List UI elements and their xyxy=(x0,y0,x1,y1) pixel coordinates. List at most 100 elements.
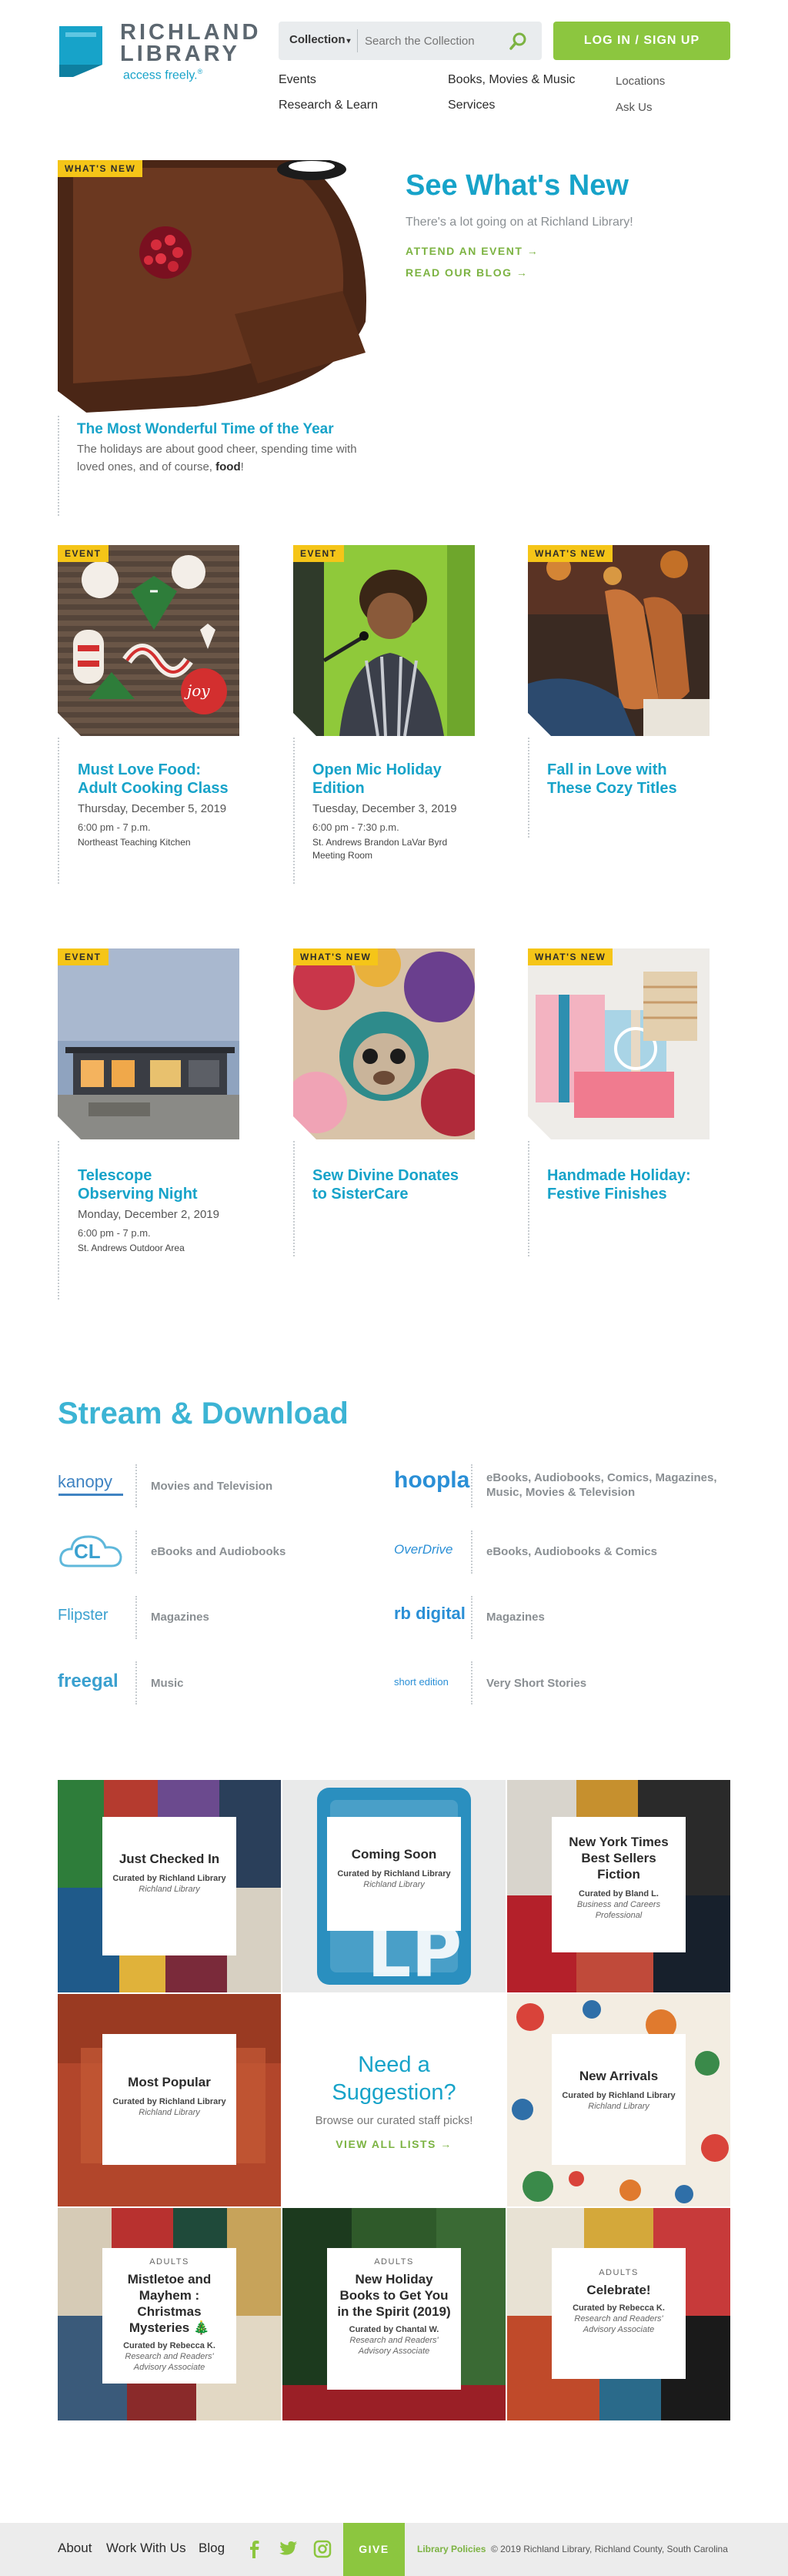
list-tile-celebrate[interactable]: ADULTS Celebrate! Curated by Rebecca K. … xyxy=(507,2208,730,2420)
card-tag: WHAT'S NEW xyxy=(528,948,613,965)
need-suggestion-heading: Need a Suggestion? xyxy=(332,2052,456,2105)
read-blog-link[interactable]: READ OUR BLOG → xyxy=(406,266,528,279)
footer-blog-link[interactable]: Blog xyxy=(199,2541,225,2556)
instagram-icon[interactable] xyxy=(313,2540,332,2558)
overdrive-logo[interactable]: OverDrive xyxy=(394,1542,453,1557)
card-body[interactable]: Must Love Food: Adult Cooking Class Thur… xyxy=(78,761,232,849)
give-button[interactable]: GIVE xyxy=(343,2523,405,2576)
short-edition-logo[interactable]: short edition xyxy=(394,1676,449,1688)
card-divider xyxy=(528,1141,529,1256)
service-divider xyxy=(135,1531,137,1574)
hero-feature-title[interactable]: The Most Wonderful Time of the Year xyxy=(77,420,377,439)
list-tile-org: Research and Readers' Advisory Associate xyxy=(125,2352,214,2372)
list-tile-mistletoe-mayhem[interactable]: ADULTS Mistletoe and Mayhem : Christmas … xyxy=(58,2208,281,2420)
list-tile-new-holiday-books[interactable]: ADULTS New Holiday Books to Get You in t… xyxy=(282,2208,506,2420)
nav-ask-us[interactable]: Ask Us xyxy=(616,101,653,114)
library-logo-icon[interactable] xyxy=(58,22,109,79)
card-divider xyxy=(528,738,529,838)
list-tile-title: Just Checked In xyxy=(119,1852,220,1866)
service-divider xyxy=(135,1661,137,1705)
service-divider xyxy=(471,1661,472,1705)
list-tile-new-arrivals[interactable]: New Arrivals Curated by Richland Library… xyxy=(507,1994,730,2206)
library-policies-link[interactable]: Library Policies xyxy=(417,2544,486,2554)
list-tile-title: New Holiday Books to Get You in the Spir… xyxy=(337,2272,451,2319)
card-body[interactable]: Fall in Love with These Cozy Titles xyxy=(547,761,701,798)
service-divider xyxy=(471,1464,472,1507)
card-body[interactable]: Sew Divine Donates to SisterCare xyxy=(312,1166,466,1203)
freegal-logo[interactable]: freegal xyxy=(58,1671,119,1692)
nav-events[interactable]: Events xyxy=(279,73,316,87)
view-all-lists-link[interactable]: VIEW ALL LISTS → xyxy=(336,2138,452,2150)
chevron-down-icon: ▾ xyxy=(346,37,351,45)
card-tag: EVENT xyxy=(293,545,344,562)
card-title[interactable]: Open Mic Holiday Edition xyxy=(312,761,466,798)
service-divider xyxy=(471,1531,472,1574)
list-tile-card: New York Times Best Sellers Fiction Cura… xyxy=(552,1817,686,1952)
list-tile-curator: Curated by Richland Library xyxy=(112,1874,226,1883)
card-image-gift-boxes[interactable] xyxy=(528,948,710,1139)
search-input[interactable] xyxy=(365,30,503,52)
hero-feature-text: The holidays are about good cheer, spend… xyxy=(77,440,377,476)
hero-cake-image[interactable] xyxy=(58,160,389,414)
card-title[interactable]: Must Love Food: Adult Cooking Class xyxy=(78,761,232,798)
need-suggestion-sub: Browse our curated staff picks! xyxy=(315,2114,473,2127)
site-footer: About Work With Us Blog GIVE Library Pol… xyxy=(0,2523,788,2576)
login-signup-button[interactable]: LOG IN / SIGN UP xyxy=(553,22,730,60)
service-divider xyxy=(471,1596,472,1639)
list-tile-most-popular[interactable]: Most Popular Curated by Richland Library… xyxy=(58,1994,281,2206)
rbdigital-logo[interactable]: rb digital xyxy=(394,1604,466,1624)
card-tag: WHAT'S NEW xyxy=(528,545,613,562)
list-tile-org: Richland Library xyxy=(363,1880,425,1889)
logo-line1: RICHLAND xyxy=(120,20,262,45)
card-title[interactable]: Fall in Love with These Cozy Titles xyxy=(547,761,701,798)
search-scope-select[interactable]: Collection ▾ xyxy=(289,33,351,46)
footer-work-with-us-link[interactable]: Work With Us xyxy=(106,2541,186,2556)
list-tile-curator: Curated by Richland Library xyxy=(337,1869,451,1878)
hero-feature[interactable]: The Most Wonderful Time of the Year The … xyxy=(77,420,377,476)
list-tile-just-checked-in[interactable]: Just Checked In Curated by Richland Libr… xyxy=(58,1780,281,1992)
service-description: Movies and Television xyxy=(151,1480,273,1493)
logo-wordmark[interactable]: RICHLAND LIBRARY xyxy=(120,22,261,65)
list-tile-org: Business and Careers Professional xyxy=(576,1900,661,1920)
nav-locations[interactable]: Locations xyxy=(616,75,665,88)
see-whats-new-heading: See What's New xyxy=(406,169,629,202)
card-image-open-mic[interactable] xyxy=(293,545,475,736)
card-title[interactable]: Sew Divine Donates to SisterCare xyxy=(312,1166,466,1203)
hoopla-logo[interactable]: hoopla xyxy=(394,1467,469,1494)
card-image-stuffed-toys[interactable] xyxy=(293,948,475,1139)
card-tag: EVENT xyxy=(58,948,109,965)
nav-research-learn[interactable]: Research & Learn xyxy=(279,99,378,112)
card-title[interactable]: Telescope Observing Night xyxy=(78,1166,232,1203)
logo-tagline: access freely.® xyxy=(123,68,202,82)
card-image-cozy-socks[interactable] xyxy=(528,545,710,736)
card-image-telescope[interactable] xyxy=(58,948,239,1139)
list-tile-org: Richland Library xyxy=(588,2102,649,2111)
search-icon[interactable] xyxy=(508,31,529,52)
card-title[interactable]: Handmade Holiday: Festive Finishes xyxy=(547,1166,701,1203)
list-tile-kicker: ADULTS xyxy=(599,2268,639,2277)
list-tile-nyt-best-sellers[interactable]: New York Times Best Sellers Fiction Cura… xyxy=(507,1780,730,1992)
card-body[interactable]: Telescope Observing Night Monday, Decemb… xyxy=(78,1166,232,1255)
list-tile-card: Most Popular Curated by Richland Library… xyxy=(102,2034,236,2165)
facebook-icon[interactable] xyxy=(246,2540,263,2558)
card-image-cookies[interactable]: joy xyxy=(58,545,239,736)
list-tile-coming-soon[interactable]: LP Coming Soon Curated by Richland Libra… xyxy=(282,1780,506,1992)
attend-event-link[interactable]: ATTEND AN EVENT → xyxy=(406,245,539,257)
kanopy-logo[interactable]: kanopy xyxy=(58,1472,112,1492)
card-time: 6:00 pm - 7 p.m. xyxy=(78,1227,151,1239)
hero-feature-text-end: ! xyxy=(240,460,244,473)
need-suggestion-panel: Need a Suggestion? Browse our curated st… xyxy=(282,1994,506,2206)
card-body[interactable]: Open Mic Holiday Edition Tuesday, Decemb… xyxy=(312,761,466,862)
nav-books-movies-music[interactable]: Books, Movies & Music xyxy=(448,73,575,87)
service-description: eBooks, Audiobooks & Comics xyxy=(486,1545,657,1558)
list-tile-org: Research and Readers' Advisory Associate xyxy=(349,2336,439,2356)
list-tile-title: Most Popular xyxy=(128,2075,211,2089)
card-body[interactable]: Handmade Holiday: Festive Finishes xyxy=(547,1166,701,1203)
list-tile-kicker: ADULTS xyxy=(374,2257,414,2267)
footer-about-link[interactable]: About xyxy=(58,2541,92,2556)
flipster-logo[interactable]: Flipster xyxy=(58,1607,109,1624)
twitter-icon[interactable] xyxy=(279,2541,298,2558)
list-tile-title: Mistletoe and Mayhem : Christmas Mysteri… xyxy=(127,2272,212,2335)
nav-services[interactable]: Services xyxy=(448,99,495,112)
kanopy-underline xyxy=(58,1494,123,1496)
